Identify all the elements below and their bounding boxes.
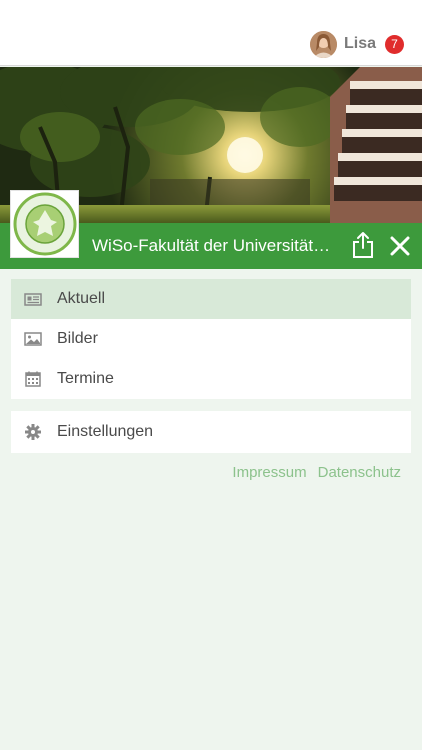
share-button[interactable]	[351, 231, 375, 259]
datenschutz-link[interactable]: Datenschutz	[318, 464, 401, 481]
menu-item-label: Aktuell	[57, 290, 106, 307]
menu-item-label: Einstellungen	[57, 423, 154, 440]
settings-menu: Einstellungen	[11, 411, 411, 453]
page-title: WiSo-Fakultät der Universität…	[92, 236, 331, 255]
notification-badge[interactable]: 7	[385, 34, 404, 54]
menu-item-bilder[interactable]: Bilder	[11, 319, 411, 359]
share-icon	[353, 232, 373, 258]
menu-item-label: Bilder	[57, 330, 98, 347]
menu-item-aktuell[interactable]: Aktuell	[11, 279, 411, 319]
gear-icon	[24, 423, 42, 441]
user-menu[interactable]: Lisa 7	[309, 29, 404, 59]
newspaper-icon	[24, 290, 42, 308]
close-button[interactable]	[388, 234, 412, 258]
footer-links: Impressum Datenschutz	[232, 464, 401, 481]
main-menu: Aktuell Bilder Termine	[11, 279, 411, 399]
menu-item-einstellungen[interactable]: Einstellungen	[11, 411, 411, 453]
faculty-logo	[10, 190, 79, 258]
calendar-icon	[24, 370, 42, 388]
menu-item-label: Termine	[57, 370, 114, 387]
impressum-link[interactable]: Impressum	[232, 464, 306, 481]
top-bar: Lisa 7	[0, 0, 422, 66]
image-icon	[24, 330, 42, 348]
user-name[interactable]: Lisa	[344, 35, 376, 53]
menu-item-termine[interactable]: Termine	[11, 359, 411, 399]
close-icon	[390, 236, 410, 256]
avatar[interactable]	[309, 30, 337, 58]
